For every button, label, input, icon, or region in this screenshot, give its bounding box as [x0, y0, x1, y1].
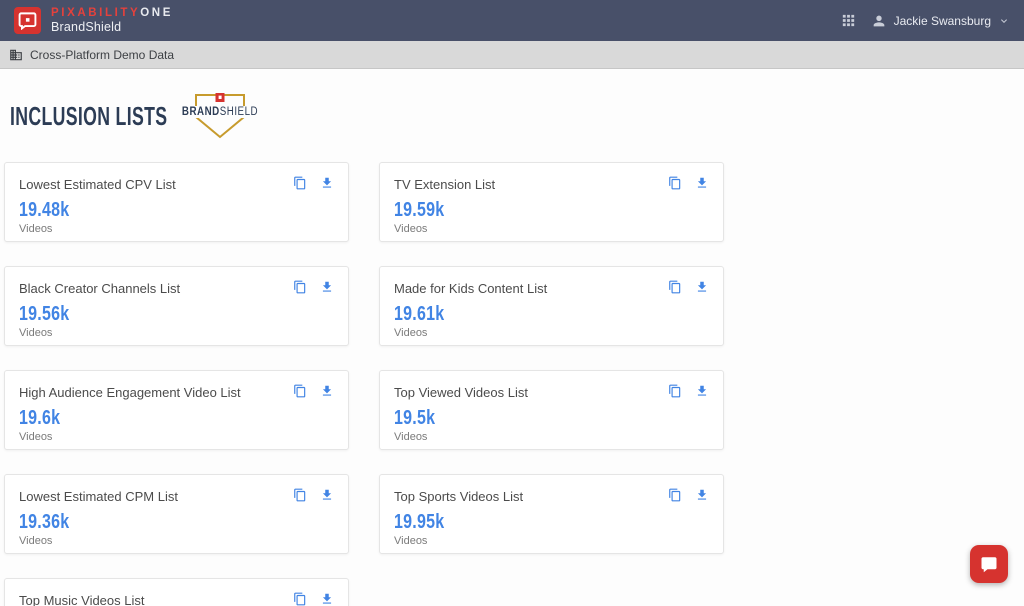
inclusion-lists-grid: Lowest Estimated CPV List 19.48k Videos … [4, 162, 1008, 606]
list-title: Top Viewed Videos List [394, 385, 709, 400]
list-title: High Audience Engagement Video List [19, 385, 334, 400]
list-card: High Audience Engagement Video List 19.6… [4, 370, 349, 450]
list-title: Top Music Videos List [19, 593, 334, 606]
download-icon[interactable] [695, 280, 709, 294]
brandshield-wordmark: BRANDSHIELD [180, 106, 261, 118]
main-content: INCLUSION LISTS BRANDSHIELD Lowest Estim… [0, 93, 1024, 606]
page-title: INCLUSION LISTS [10, 101, 167, 132]
download-icon[interactable] [695, 384, 709, 398]
list-card: Lowest Estimated CPM List 19.36k Videos [4, 474, 349, 554]
video-count: 19.36k [19, 511, 69, 534]
video-count: 19.6k [19, 407, 60, 430]
video-count-unit: Videos [394, 223, 709, 235]
copy-icon[interactable] [293, 488, 307, 502]
download-icon[interactable] [320, 280, 334, 294]
video-count-unit: Videos [394, 431, 709, 443]
chat-launcher-button[interactable] [970, 545, 1008, 583]
chevron-down-icon [998, 15, 1010, 27]
list-title: Black Creator Channels List [19, 281, 334, 296]
video-count-unit: Videos [19, 431, 334, 443]
copy-icon[interactable] [668, 384, 682, 398]
video-count: 19.48k [19, 199, 69, 222]
title-row: INCLUSION LISTS BRANDSHIELD [10, 93, 1008, 139]
breadcrumb[interactable]: Cross-Platform Demo Data [30, 48, 174, 62]
copy-icon[interactable] [293, 176, 307, 190]
list-card: Made for Kids Content List 19.61k Videos [379, 266, 724, 346]
wordmark-brand: BRAND [182, 106, 220, 118]
video-count: 19.56k [19, 303, 69, 326]
video-count: 19.61k [394, 303, 444, 326]
video-count-unit: Videos [19, 535, 334, 547]
video-count: 19.95k [394, 511, 444, 534]
wordmark-shield: SHIELD [220, 106, 258, 118]
video-count: 19.5k [394, 407, 435, 430]
copy-icon[interactable] [293, 384, 307, 398]
brand-suffix: ONE [140, 7, 173, 19]
copy-icon[interactable] [293, 280, 307, 294]
download-icon[interactable] [695, 176, 709, 190]
breadcrumb-bar: Cross-Platform Demo Data [0, 41, 1024, 69]
video-count-unit: Videos [19, 223, 334, 235]
video-count-unit: Videos [394, 327, 709, 339]
list-card: Black Creator Channels List 19.56k Video… [4, 266, 349, 346]
video-count: 19.59k [394, 199, 444, 222]
copy-icon[interactable] [668, 488, 682, 502]
apps-grid-icon[interactable] [840, 12, 857, 29]
speech-bubble-logo-icon [18, 11, 37, 30]
list-card: Top Sports Videos List 19.95k Videos [379, 474, 724, 554]
download-icon[interactable] [695, 488, 709, 502]
top-navbar: PIXABILITYONE BrandShield Jackie Swansbu… [0, 0, 1024, 41]
list-title: Made for Kids Content List [394, 281, 709, 296]
list-title: TV Extension List [394, 177, 709, 192]
download-icon[interactable] [320, 384, 334, 398]
download-icon[interactable] [320, 592, 334, 606]
copy-icon[interactable] [668, 176, 682, 190]
video-count-unit: Videos [19, 327, 334, 339]
list-title: Top Sports Videos List [394, 489, 709, 504]
list-title: Lowest Estimated CPM List [19, 489, 334, 504]
list-title: Lowest Estimated CPV List [19, 177, 334, 192]
list-card: TV Extension List 19.59k Videos [379, 162, 724, 242]
brand-name: PIXABILITY [51, 7, 140, 19]
product-name: BrandShield [51, 20, 173, 34]
list-card: Top Music Videos List [4, 578, 349, 606]
brandshield-logo: BRANDSHIELD [185, 93, 255, 139]
pixability-logo[interactable] [14, 7, 41, 34]
list-card: Lowest Estimated CPV List 19.48k Videos [4, 162, 349, 242]
video-count-unit: Videos [394, 535, 709, 547]
chat-bubble-icon [980, 555, 998, 573]
user-menu[interactable]: Jackie Swansburg [871, 13, 1010, 29]
copy-icon[interactable] [668, 280, 682, 294]
user-name: Jackie Swansburg [894, 14, 991, 28]
brand-block: PIXABILITYONE BrandShield [51, 7, 173, 35]
copy-icon[interactable] [293, 592, 307, 606]
list-card: Top Viewed Videos List 19.5k Videos [379, 370, 724, 450]
person-icon [871, 13, 887, 29]
download-icon[interactable] [320, 176, 334, 190]
organization-icon [9, 48, 23, 62]
download-icon[interactable] [320, 488, 334, 502]
